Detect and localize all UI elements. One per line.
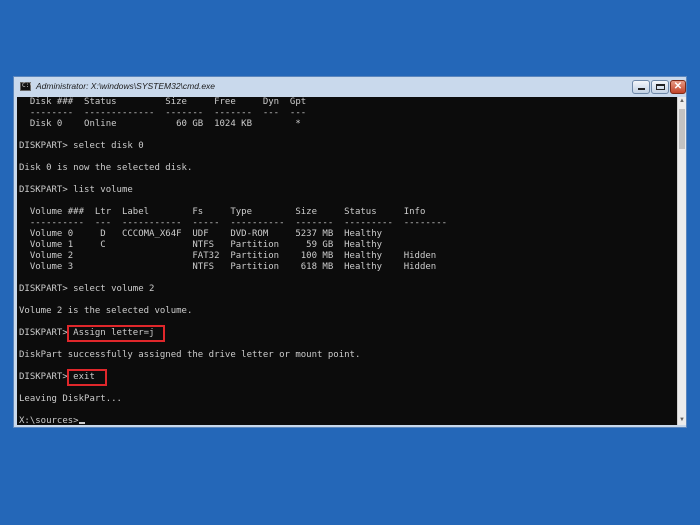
close-button[interactable]: ✕ xyxy=(670,80,686,94)
console-prompt: X:\sources> xyxy=(19,416,79,425)
console-line: DISKPART> list volume xyxy=(19,185,133,196)
cmd-app-icon[interactable]: C:\ xyxy=(20,82,31,91)
console-line: Volume 2 is the selected volume. xyxy=(19,306,192,317)
highlight-exit-command xyxy=(67,369,107,386)
console-line: Disk 0 Online 60 GB 1024 KB * xyxy=(19,119,301,130)
console-line: Volume ### Ltr Label Fs Type Size Status… xyxy=(19,207,425,218)
minimize-button[interactable] xyxy=(632,80,650,94)
console-line: DISKPART> select disk 0 xyxy=(19,141,144,152)
console-line: -------- ------------- ------- ------- -… xyxy=(19,108,306,119)
vertical-scrollbar[interactable]: ▲ ▼ xyxy=(677,97,686,425)
console-line: Volume 1 C NTFS Partition 59 GB Healthy xyxy=(19,240,382,251)
console-line: Volume 0 D CCCOMA_X64F UDF DVD-ROM 5237 … xyxy=(19,229,382,240)
cmd-app-icon-glyph: C:\ xyxy=(22,82,33,90)
maximize-icon xyxy=(656,84,665,90)
console-line: Volume 2 FAT32 Partition 100 MB Healthy … xyxy=(19,251,436,262)
console-line: Leaving DiskPart... xyxy=(19,394,122,405)
cmd-window: C:\ Administrator: X:\windows\SYSTEM32\c… xyxy=(13,76,687,428)
text-cursor xyxy=(79,422,85,424)
console-line: DiskPart successfully assigned the drive… xyxy=(19,350,360,361)
scroll-down-arrow-icon[interactable]: ▼ xyxy=(678,416,686,425)
maximize-button[interactable] xyxy=(651,80,669,94)
window-title: Administrator: X:\windows\SYSTEM32\cmd.e… xyxy=(36,81,215,92)
console-line: Volume 3 NTFS Partition 618 MB Healthy H… xyxy=(19,262,436,273)
minimize-icon xyxy=(638,88,645,90)
console-line: Disk 0 is now the selected disk. xyxy=(19,163,192,174)
scroll-thumb[interactable] xyxy=(679,109,685,149)
scroll-up-arrow-icon[interactable]: ▲ xyxy=(678,97,686,106)
close-icon: ✕ xyxy=(671,81,685,93)
console-line: ---------- --- ----------- ----- -------… xyxy=(19,218,447,229)
console-line: DISKPART> select volume 2 xyxy=(19,284,154,295)
console-output[interactable]: Disk ### Status Size Free Dyn Gpt ------… xyxy=(17,97,677,425)
console-line: Disk ### Status Size Free Dyn Gpt xyxy=(19,97,306,108)
highlight-assign-command xyxy=(67,325,165,342)
title-bar[interactable]: C:\ Administrator: X:\windows\SYSTEM32\c… xyxy=(14,77,686,97)
